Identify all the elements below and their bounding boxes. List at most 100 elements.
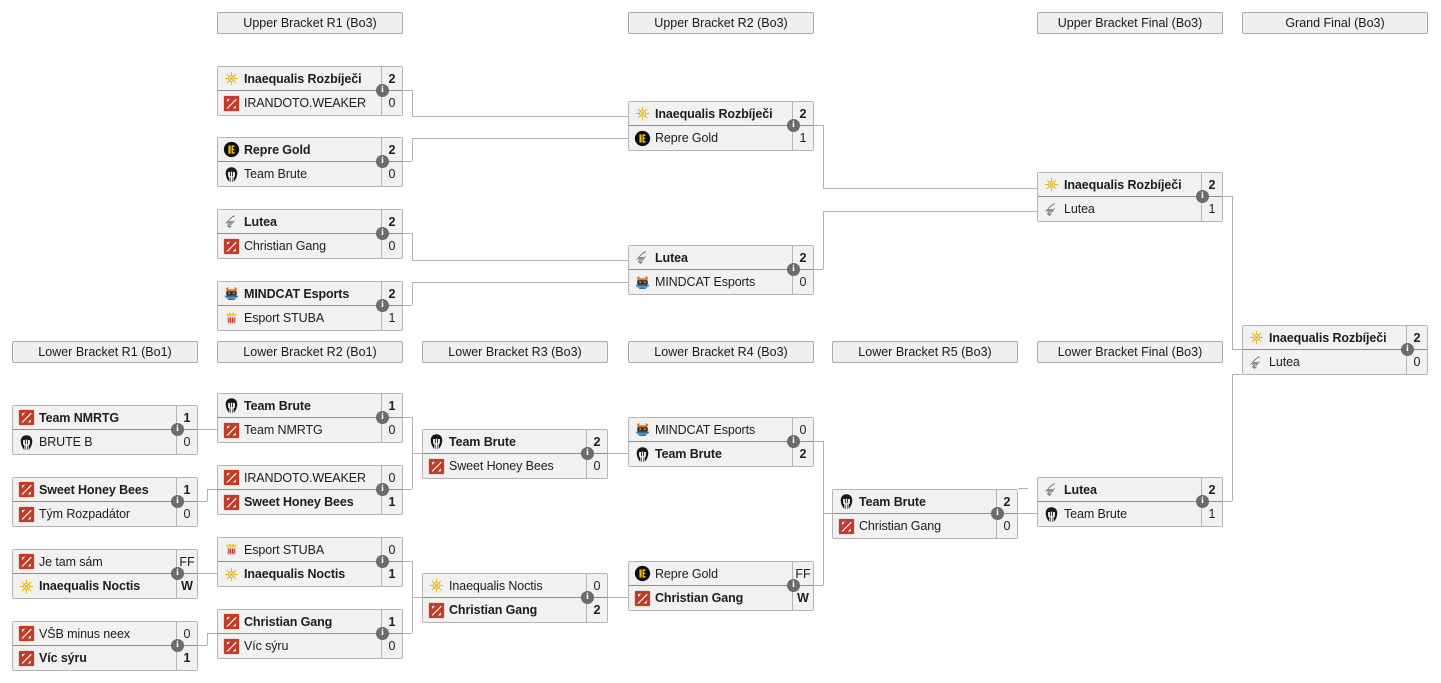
round-header-lb-r1[interactable]: Lower Bracket R1 (Bo1) — [12, 341, 198, 363]
match-row-bottom[interactable]: Inaequalis Noctis 1 — [218, 562, 402, 586]
match-lb-f-m1[interactable]: Lutea 2 Team Brute 1 i — [1037, 477, 1223, 527]
match-ub-r2-m2[interactable]: Lutea 2 MINDCAT Esports 0 i — [628, 245, 814, 295]
match-lb-r5-m1[interactable]: Team Brute 2 Christian Gang 0 i — [832, 489, 1018, 539]
match-row-bottom[interactable]: Repre Gold 1 — [629, 126, 813, 150]
match-row-bottom[interactable]: Christian Gang 2 — [423, 598, 607, 622]
match-row-top[interactable]: Lutea 2 — [629, 246, 813, 270]
round-header-ub-f[interactable]: Upper Bracket Final (Bo3) — [1037, 12, 1223, 34]
match-info-icon[interactable]: i — [581, 447, 594, 460]
match-info-icon[interactable]: i — [376, 411, 389, 424]
match-row-bottom[interactable]: MINDCAT Esports 0 — [629, 270, 813, 294]
match-row-bottom[interactable]: Sweet Honey Bees 0 — [423, 454, 607, 478]
match-row-top[interactable]: IRANDOTO.WEAKER 0 — [218, 466, 402, 490]
match-lb-r3-m2[interactable]: Inaequalis Noctis 0 Christian Gang 2 i — [422, 573, 608, 623]
match-lb-r1-m3[interactable]: Je tam sám FF Inaequalis Noctis Wi — [12, 549, 198, 599]
match-row-bottom[interactable]: Team Brute 0 — [218, 162, 402, 186]
match-info-icon[interactable]: i — [376, 627, 389, 640]
match-row-bottom[interactable]: Sweet Honey Bees 1 — [218, 490, 402, 514]
match-info-icon[interactable]: i — [376, 84, 389, 97]
match-lb-r3-m1[interactable]: Team Brute 2 Sweet Honey Bees 0 i — [422, 429, 608, 479]
match-ub-r2-m1[interactable]: Inaequalis Rozbíječi 2 Repre Gold 1 i — [628, 101, 814, 151]
match-row-bottom[interactable]: Christian Gang W — [629, 586, 813, 610]
match-info-icon[interactable]: i — [787, 435, 800, 448]
match-row-top[interactable]: MINDCAT Esports 2 — [218, 282, 402, 306]
match-row-top[interactable]: Inaequalis Rozbíječi 2 — [1243, 326, 1427, 350]
match-row-bottom[interactable]: Christian Gang 0 — [218, 234, 402, 258]
round-header-lb-r5[interactable]: Lower Bracket R5 (Bo3) — [832, 341, 1018, 363]
match-row-bottom[interactable]: Víc sýru 0 — [218, 634, 402, 658]
connector-line — [207, 489, 217, 490]
match-row-bottom[interactable]: Tým Rozpadátor 0 — [13, 502, 197, 526]
match-row-bottom[interactable]: Lutea 1 — [1038, 197, 1222, 221]
match-info-icon[interactable]: i — [1196, 190, 1209, 203]
match-ub-r1-m2[interactable]: Repre Gold 2 Team Brute 0 i — [217, 137, 403, 187]
match-info-icon[interactable]: i — [376, 155, 389, 168]
match-row-top[interactable]: Sweet Honey Bees 1 — [13, 478, 197, 502]
match-row-top[interactable]: Repre Gold FF — [629, 562, 813, 586]
match-info-icon[interactable]: i — [376, 555, 389, 568]
match-row-top[interactable]: Inaequalis Rozbíječi 2 — [1038, 173, 1222, 197]
match-info-icon[interactable]: i — [787, 579, 800, 592]
match-row-top[interactable]: Je tam sám FF — [13, 550, 197, 574]
round-header-ub-r2[interactable]: Upper Bracket R2 (Bo3) — [628, 12, 814, 34]
round-header-gf[interactable]: Grand Final (Bo3) — [1242, 12, 1428, 34]
match-row-top[interactable]: Esport STUBA 0 — [218, 538, 402, 562]
match-info-icon[interactable]: i — [581, 591, 594, 604]
match-row-top[interactable]: Repre Gold 2 — [218, 138, 402, 162]
match-gf-m1[interactable]: Inaequalis Rozbíječi 2 Lutea 0 i — [1242, 325, 1428, 375]
match-lb-r1-m2[interactable]: Sweet Honey Bees 1 Tým Rozpadátor 0 i — [12, 477, 198, 527]
round-header-lb-f[interactable]: Lower Bracket Final (Bo3) — [1037, 341, 1223, 363]
round-header-lb-r2[interactable]: Lower Bracket R2 (Bo1) — [217, 341, 403, 363]
match-ub-f-m1[interactable]: Inaequalis Rozbíječi 2 Lutea 1 i — [1037, 172, 1223, 222]
match-info-icon[interactable]: i — [376, 227, 389, 240]
match-info-icon[interactable]: i — [376, 299, 389, 312]
match-lb-r2-m3[interactable]: Esport STUBA 0 Inaequalis Noctis 1 i — [217, 537, 403, 587]
match-row-top[interactable]: Christian Gang 1 — [218, 610, 402, 634]
match-row-bottom[interactable]: Christian Gang 0 — [833, 514, 1017, 538]
match-info-icon[interactable]: i — [1196, 495, 1209, 508]
match-row-top[interactable]: Inaequalis Noctis 0 — [423, 574, 607, 598]
match-info-icon[interactable]: i — [1401, 343, 1414, 356]
match-lb-r4-m1[interactable]: MINDCAT Esports 0 Team Brute 2 i — [628, 417, 814, 467]
match-row-bottom[interactable]: BRUTE B0 — [13, 430, 197, 454]
match-info-icon[interactable]: i — [787, 119, 800, 132]
match-row-bottom[interactable]: Team Brute 2 — [629, 442, 813, 466]
match-lb-r2-m2[interactable]: IRANDOTO.WEAKER 0 Sweet Honey Bees 1 i — [217, 465, 403, 515]
match-lb-r1-m4[interactable]: VŠB minus neex 0 Víc sýru 1 i — [12, 621, 198, 671]
match-row-bottom[interactable]: Team NMRTG 0 — [218, 418, 402, 442]
match-lb-r4-m2[interactable]: Repre Gold FF Christian Gang Wi — [628, 561, 814, 611]
match-row-bottom[interactable]: Lutea 0 — [1243, 350, 1427, 374]
match-row-top[interactable]: Team Brute 2 — [423, 430, 607, 454]
match-info-icon[interactable]: i — [787, 263, 800, 276]
match-lb-r1-m1[interactable]: Team NMRTG 1 BRUTE B0i — [12, 405, 198, 455]
match-row-bottom[interactable]: Team Brute 1 — [1038, 502, 1222, 526]
match-row-top[interactable]: Inaequalis Rozbíječi 2 — [629, 102, 813, 126]
match-info-icon[interactable]: i — [991, 507, 1004, 520]
match-row-bottom[interactable]: IRANDOTO.WEAKER 0 — [218, 91, 402, 115]
match-info-icon[interactable]: i — [376, 483, 389, 496]
round-header-lb-r3[interactable]: Lower Bracket R3 (Bo3) — [422, 341, 608, 363]
team-name: Team Brute — [244, 167, 307, 181]
match-ub-r1-m1[interactable]: Inaequalis Rozbíječi 2 IRANDOTO.WEAKER 0 i — [217, 66, 403, 116]
match-row-top[interactable]: Team NMRTG 1 — [13, 406, 197, 430]
match-row-top[interactable]: Team Brute 1 — [218, 394, 402, 418]
match-row-bottom[interactable]: Víc sýru 1 — [13, 646, 197, 670]
match-row-top[interactable]: Team Brute 2 — [833, 490, 1017, 514]
match-ub-r1-m3[interactable]: Lutea 2 Christian Gang 0 i — [217, 209, 403, 259]
match-info-icon[interactable]: i — [171, 495, 184, 508]
match-lb-r2-m1[interactable]: Team Brute 1 Team NMRTG 0 i — [217, 393, 403, 443]
match-info-icon[interactable]: i — [171, 567, 184, 580]
match-lb-r2-m4[interactable]: Christian Gang 1 Víc sýru 0 i — [217, 609, 403, 659]
match-info-icon[interactable]: i — [171, 639, 184, 652]
match-row-top[interactable]: VŠB minus neex 0 — [13, 622, 197, 646]
match-info-icon[interactable]: i — [171, 423, 184, 436]
round-header-lb-r4[interactable]: Lower Bracket R4 (Bo3) — [628, 341, 814, 363]
match-row-bottom[interactable]: Esport STUBA 1 — [218, 306, 402, 330]
match-row-top[interactable]: MINDCAT Esports 0 — [629, 418, 813, 442]
match-row-top[interactable]: Lutea 2 — [218, 210, 402, 234]
match-row-bottom[interactable]: Inaequalis Noctis W — [13, 574, 197, 598]
match-ub-r1-m4[interactable]: MINDCAT Esports 2 Esport STUBA 1 i — [217, 281, 403, 331]
match-row-top[interactable]: Lutea 2 — [1038, 478, 1222, 502]
round-header-ub-r1[interactable]: Upper Bracket R1 (Bo3) — [217, 12, 403, 34]
match-row-top[interactable]: Inaequalis Rozbíječi 2 — [218, 67, 402, 91]
